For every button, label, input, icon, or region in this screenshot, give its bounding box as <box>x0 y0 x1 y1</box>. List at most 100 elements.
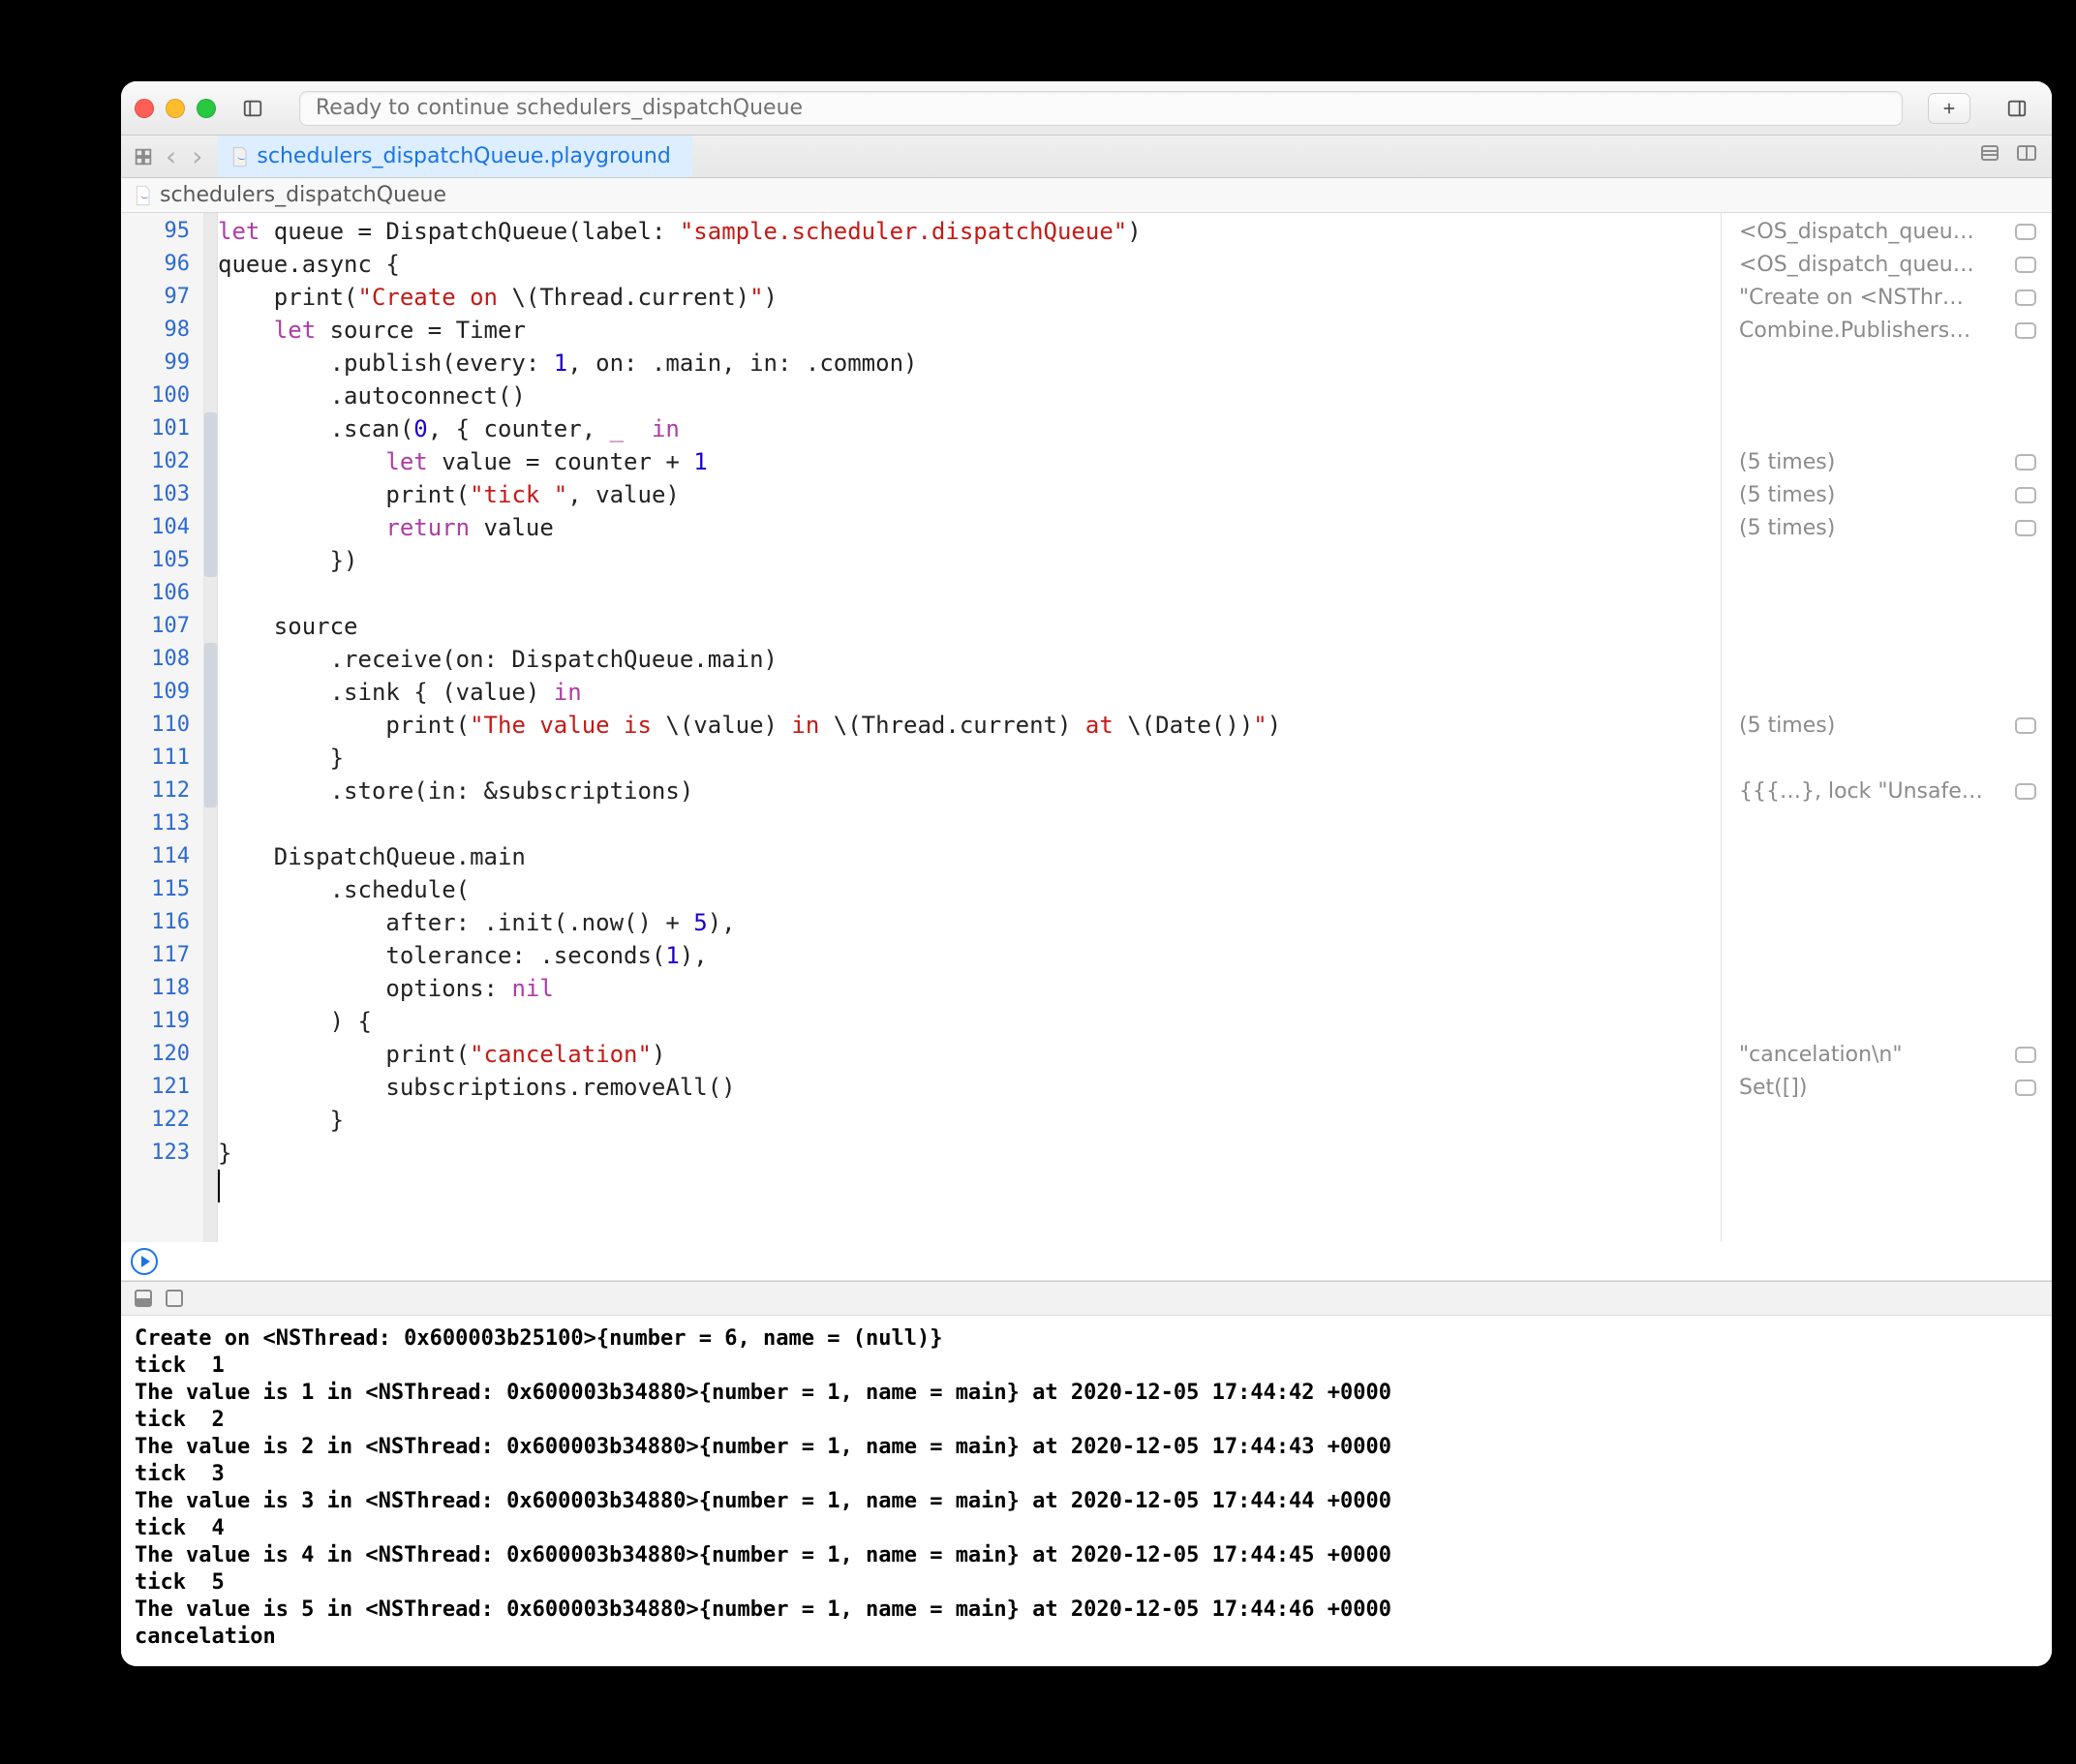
result-row <box>1722 643 2052 676</box>
code-line[interactable]: .autoconnect() <box>218 380 1721 412</box>
line-number[interactable]: 112 <box>121 775 203 807</box>
quicklook-icon[interactable] <box>2015 717 2036 734</box>
line-number[interactable]: 118 <box>121 972 203 1005</box>
code-line[interactable]: queue.async { <box>218 248 1721 281</box>
code-line[interactable]: .publish(every: 1, on: .main, in: .commo… <box>218 347 1721 380</box>
close-button[interactable] <box>135 99 154 118</box>
quicklook-icon[interactable] <box>2015 1080 2036 1096</box>
new-tab-button[interactable] <box>1928 93 1970 124</box>
inspector-toggle-button[interactable] <box>1996 91 2038 126</box>
toggle-debug-area-icon[interactable] <box>135 1290 152 1307</box>
quicklook-icon[interactable] <box>2015 487 2036 503</box>
code-line[interactable] <box>218 577 1721 610</box>
line-number[interactable]: 111 <box>121 742 203 775</box>
line-number[interactable]: 123 <box>121 1137 203 1170</box>
code-line[interactable]: print("cancelation") <box>218 1038 1721 1071</box>
result-row: <OS_dispatch_queu… <box>1722 215 2052 248</box>
code-line[interactable]: let source = Timer <box>218 314 1721 347</box>
file-tab[interactable]: schedulers_dispatchQueue.playground <box>218 136 691 177</box>
nav-forward-button[interactable]: › <box>188 140 206 172</box>
code-line[interactable]: after: .init(.now() + 5), <box>218 906 1721 939</box>
line-number[interactable]: 117 <box>121 939 203 972</box>
code-line[interactable]: print("Create on \(Thread.current)") <box>218 281 1721 314</box>
code-line[interactable]: options: nil <box>218 972 1721 1005</box>
line-number[interactable]: 108 <box>121 643 203 676</box>
minimize-button[interactable] <box>166 99 185 118</box>
code-line[interactable]: return value <box>218 511 1721 544</box>
code-line[interactable]: .receive(on: DispatchQueue.main) <box>218 643 1721 676</box>
quicklook-icon[interactable] <box>2015 289 2036 306</box>
quicklook-icon[interactable] <box>2015 520 2036 536</box>
line-number[interactable]: 104 <box>121 511 203 544</box>
toggle-console-icon[interactable] <box>166 1290 183 1307</box>
code-line[interactable]: }) <box>218 544 1721 577</box>
code-line[interactable]: print("tick ", value) <box>218 478 1721 511</box>
result-row <box>1722 906 2052 939</box>
fold-indicator[interactable] <box>204 412 217 577</box>
quicklook-icon[interactable] <box>2015 1047 2036 1063</box>
quicklook-icon[interactable] <box>2015 257 2036 273</box>
line-number[interactable]: 96 <box>121 248 203 281</box>
sidebar-toggle-button[interactable] <box>231 91 274 126</box>
line-number[interactable]: 102 <box>121 445 203 478</box>
result-row: Combine.Publishers… <box>1722 314 2052 347</box>
code-line[interactable]: .schedule( <box>218 873 1721 906</box>
quicklook-icon[interactable] <box>2015 783 2036 800</box>
line-number[interactable]: 99 <box>121 347 203 380</box>
line-number[interactable]: 101 <box>121 412 203 445</box>
line-number[interactable]: 98 <box>121 314 203 347</box>
code-line[interactable]: .scan(0, { counter, _ in <box>218 412 1721 445</box>
result-text: (5 times) <box>1739 714 2015 738</box>
code-line[interactable]: let queue = DispatchQueue(label: "sample… <box>218 215 1721 248</box>
code-line[interactable]: print("The value is \(value) in \(Thread… <box>218 709 1721 742</box>
status-bar[interactable]: Ready to continue schedulers_dispatchQue… <box>299 91 1903 126</box>
code-line[interactable]: let value = counter + 1 <box>218 445 1721 478</box>
code-line[interactable]: DispatchQueue.main <box>218 840 1721 873</box>
line-number[interactable]: 100 <box>121 380 203 412</box>
cursor-line[interactable] <box>218 1170 1721 1202</box>
line-number[interactable]: 110 <box>121 709 203 742</box>
line-number[interactable]: 113 <box>121 807 203 840</box>
line-number[interactable]: 121 <box>121 1071 203 1104</box>
code-line[interactable] <box>218 807 1721 840</box>
line-number[interactable]: 114 <box>121 840 203 873</box>
quicklook-icon[interactable] <box>2015 322 2036 339</box>
line-number-gutter[interactable]: 9596979899100101102103104105106107108109… <box>121 213 204 1242</box>
line-number[interactable]: 103 <box>121 478 203 511</box>
line-number[interactable]: 115 <box>121 873 203 906</box>
line-number[interactable]: 105 <box>121 544 203 577</box>
code-line[interactable]: } <box>218 1104 1721 1137</box>
editor-options-icon[interactable] <box>1978 141 2001 171</box>
run-button[interactable] <box>131 1248 158 1275</box>
quicklook-icon[interactable] <box>2015 454 2036 471</box>
line-number[interactable]: 122 <box>121 1104 203 1137</box>
result-row <box>1722 972 2052 1005</box>
debug-toolbar <box>121 1281 2052 1316</box>
jump-bar[interactable]: schedulers_dispatchQueue <box>121 178 2052 213</box>
add-editor-icon[interactable] <box>2015 141 2038 171</box>
quicklook-icon[interactable] <box>2015 224 2036 240</box>
line-number[interactable]: 109 <box>121 676 203 709</box>
line-number[interactable]: 120 <box>121 1038 203 1071</box>
code-line[interactable]: tolerance: .seconds(1), <box>218 939 1721 972</box>
related-items-icon[interactable] <box>133 146 154 167</box>
line-number[interactable]: 116 <box>121 906 203 939</box>
code-line[interactable]: } <box>218 742 1721 775</box>
line-number[interactable]: 106 <box>121 577 203 610</box>
code-line[interactable]: source <box>218 610 1721 643</box>
code-line[interactable]: .sink { (value) in <box>218 676 1721 709</box>
line-number[interactable]: 97 <box>121 281 203 314</box>
code-line[interactable]: subscriptions.removeAll() <box>218 1071 1721 1104</box>
fold-indicator[interactable] <box>204 643 217 807</box>
code-line[interactable]: ) { <box>218 1005 1721 1038</box>
line-number[interactable]: 107 <box>121 610 203 643</box>
zoom-button[interactable] <box>197 99 216 118</box>
nav-back-button[interactable]: ‹ <box>162 140 180 172</box>
code-editor[interactable]: let queue = DispatchQueue(label: "sample… <box>218 213 1721 1242</box>
line-number[interactable]: 119 <box>121 1005 203 1038</box>
fold-ribbon[interactable] <box>204 213 218 1242</box>
code-line[interactable]: } <box>218 1137 1721 1170</box>
code-line[interactable]: .store(in: &subscriptions) <box>218 775 1721 807</box>
console-output[interactable]: Create on <NSThread: 0x600003b25100>{num… <box>121 1316 2052 1666</box>
line-number[interactable]: 95 <box>121 215 203 248</box>
